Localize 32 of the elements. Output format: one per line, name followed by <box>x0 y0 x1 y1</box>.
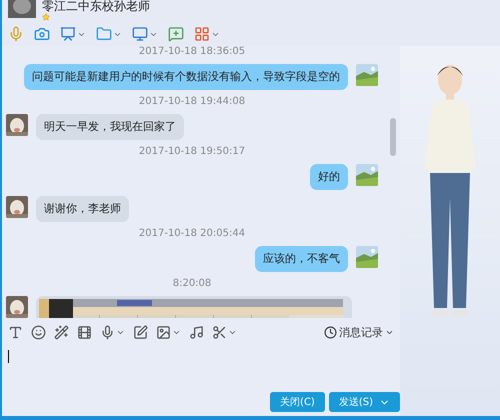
font-tool[interactable] <box>8 324 23 340</box>
timestamp: 2017-10-18 19:50:17 <box>138 146 246 158</box>
message-bubble: 好的 <box>310 164 348 190</box>
message-add-tool[interactable] <box>168 26 184 42</box>
image-tool[interactable] <box>156 324 181 340</box>
close-button[interactable]: 关闭(C) <box>270 392 325 412</box>
contact-name: 零江二中东校孙老师 <box>42 0 150 13</box>
apps-tool[interactable] <box>194 26 220 42</box>
presentation-tool[interactable] <box>60 26 86 42</box>
smiley-tool[interactable] <box>31 324 46 340</box>
timestamp: 8:20:08 <box>172 278 212 290</box>
message-bubble: 谢谢你，李老师 <box>36 196 129 222</box>
folder-tool[interactable] <box>96 26 122 42</box>
clock-icon <box>324 326 337 338</box>
microphone-tool[interactable] <box>100 324 125 340</box>
scissors-tool[interactable] <box>212 324 237 340</box>
message-bubble: 明天一早发，我现在回家了 <box>36 114 184 140</box>
music-tool[interactable] <box>189 324 204 340</box>
message-bubble: 问题可能是新建用户的时候有个数据没有输入，导致字段是空的 <box>24 64 348 90</box>
timestamp: 2017-10-18 19:44:08 <box>138 96 246 108</box>
webcam-tool[interactable] <box>34 26 50 42</box>
timestamp: 2017-10-18 18:36:05 <box>138 46 246 58</box>
scrollbar-thumb[interactable] <box>390 118 396 156</box>
message-bubble: 应该的，不客气 <box>255 246 348 272</box>
edit-tool[interactable] <box>133 324 148 340</box>
film-tool[interactable] <box>77 324 92 340</box>
text-cursor <box>8 350 9 363</box>
send-button[interactable]: 发送(S) <box>328 392 400 412</box>
monitor-tool[interactable] <box>132 26 158 42</box>
history-button[interactable]: 消息记录 <box>324 324 394 340</box>
timestamp: 2017-10-18 20:05:44 <box>138 228 246 240</box>
magic-wand-tool[interactable] <box>54 324 69 340</box>
